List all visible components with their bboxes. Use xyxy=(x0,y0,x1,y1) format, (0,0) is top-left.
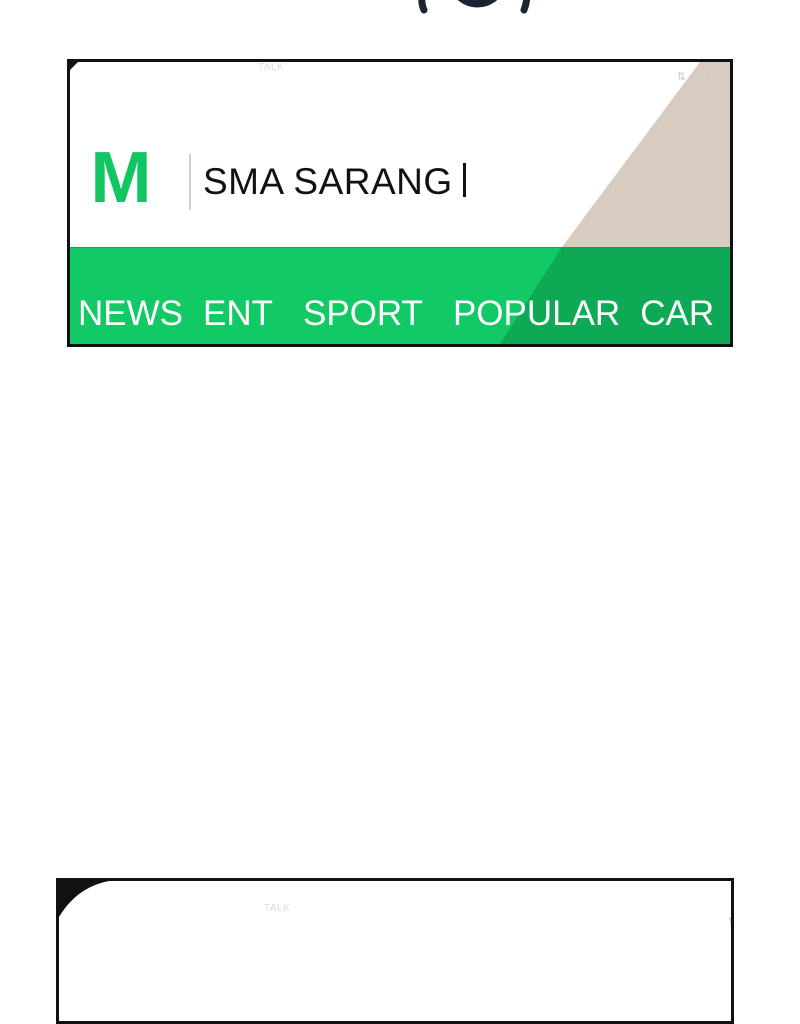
frame-corner xyxy=(59,881,109,917)
phone-screen-news-site: TALK ⇅ M SMA SARANG NEWS ENT SPORT POPUL… xyxy=(67,59,733,347)
nav-item-news[interactable]: NEWS xyxy=(78,294,183,334)
signal-bars-icon xyxy=(692,71,706,82)
search-query-text: SMA SARANG xyxy=(203,161,453,202)
status-icons: ⇅ xyxy=(677,70,706,83)
nav-item-popular[interactable]: POPULAR xyxy=(453,294,620,334)
phone-screen-blank: TALK ⇅ xyxy=(56,878,734,1024)
status-carrier-label: TALK xyxy=(264,903,291,914)
status-icons: ⇅ xyxy=(728,915,731,928)
nav-item-sport[interactable]: SPORT xyxy=(303,294,423,334)
logo-divider xyxy=(189,154,191,210)
nav-item-ent[interactable]: ENT xyxy=(203,294,273,334)
category-nav: NEWS ENT SPORT POPULAR CAR xyxy=(78,294,714,334)
data-transfer-icon: ⇅ xyxy=(676,71,686,83)
site-header: M SMA SARANG xyxy=(70,62,730,247)
data-transfer-icon: ⇅ xyxy=(728,915,731,928)
nav-item-car[interactable]: CAR xyxy=(640,294,714,334)
site-logo[interactable]: M xyxy=(90,142,151,214)
search-field[interactable]: SMA SARANG xyxy=(203,161,466,203)
partial-artwork-glyph xyxy=(418,0,531,14)
text-cursor xyxy=(462,163,466,197)
